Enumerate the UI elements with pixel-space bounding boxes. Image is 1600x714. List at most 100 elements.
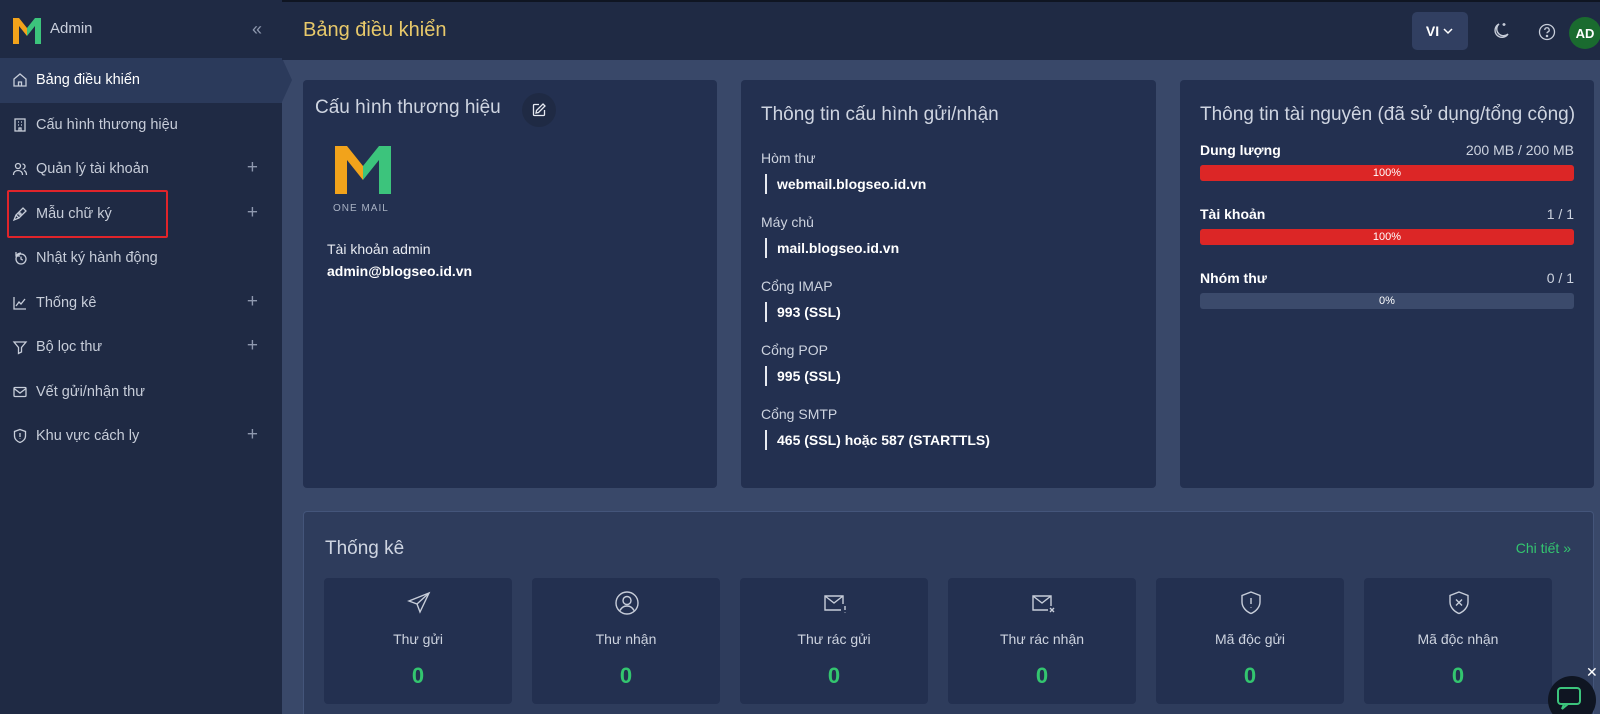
brand-config-card: Cấu hình thương hiệu ONE MAIL Tài khoản … [303, 80, 717, 488]
logo-caption: ONE MAIL [333, 203, 389, 214]
statistics-card: Thống kê Chi tiết » Thư gửi 0 Thư nhận 0… [303, 511, 1594, 714]
pen-icon [12, 206, 27, 221]
stat-label: Thư gửi [393, 631, 443, 647]
help-icon[interactable] [1538, 23, 1556, 41]
stat-value: 0 [619, 663, 633, 688]
resource-name: Tài khoản [1200, 206, 1266, 222]
stat-tile-malware-received[interactable]: Mã độc nhận 0 [1364, 578, 1552, 704]
progress-bar: 100% [1200, 229, 1574, 245]
config-label: Máy chủ [761, 214, 814, 230]
config-card-title: Thông tin cấu hình gửi/nhận [761, 104, 999, 125]
sidebar-item-activity-log[interactable]: Nhật ký hành động [0, 236, 282, 281]
shield-alert-icon [1241, 591, 1261, 615]
sidebar-item-mail-trace[interactable]: Vết gửi/nhận thư [0, 370, 282, 415]
stat-tile-sent[interactable]: Thư gửi 0 [324, 578, 512, 704]
stat-label: Mã độc gửi [1214, 631, 1286, 647]
stat-tile-spam-received[interactable]: Thư rác nhận 0 [948, 578, 1136, 704]
page-title: Bảng điều khiển [303, 19, 447, 41]
config-label: Hòm thư [761, 150, 816, 166]
resource-name: Dung lượng [1200, 142, 1281, 158]
stat-tile-received[interactable]: Thư nhận 0 [532, 578, 720, 704]
stat-label: Thư nhận [595, 631, 657, 647]
config-item: Hòm thư webmail.blogseo.id.vn [761, 150, 926, 194]
sidebar-item-label: Khu vực cách ly [36, 428, 140, 445]
history-icon [15, 252, 27, 265]
send-icon [407, 591, 431, 614]
mail-config-card: Thông tin cấu hình gửi/nhận Hòm thư webm… [741, 80, 1156, 488]
brand-logo-icon[interactable] [12, 14, 42, 48]
resource-row: Dung lượng 200 MB / 200 MB 100% [1200, 142, 1574, 181]
mail-x-icon [1032, 595, 1055, 613]
stat-tile-spam-sent[interactable]: Thư rác gửi 0 [740, 578, 928, 704]
sidebar-item-dashboard[interactable]: Bảng điều khiển [0, 58, 292, 103]
stat-value: 0 [411, 663, 425, 688]
mail-icon [13, 386, 27, 397]
expand-icon[interactable]: + [247, 202, 258, 224]
config-item: Cổng POP 995 (SSL) [761, 342, 841, 386]
admin-account-label: Tài khoản admin [327, 241, 431, 257]
chat-close-icon[interactable]: ✕ [1586, 664, 1598, 681]
collapse-sidebar-icon[interactable]: « [252, 19, 262, 40]
sidebar-item-label: Mẫu chữ ký [36, 205, 112, 222]
sidebar-item-signature-templates[interactable]: Mẫu chữ ký + [0, 192, 282, 237]
sidebar-item-statistics[interactable]: Thống kê + [0, 281, 282, 326]
config-item: Cổng SMTP 465 (SSL) hoặc 587 (STARTTLS) [761, 406, 990, 450]
config-label: Cổng SMTP [761, 406, 838, 422]
avatar[interactable]: AD [1569, 17, 1600, 49]
config-item: Máy chủ mail.blogseo.id.vn [761, 214, 899, 258]
edit-brand-button[interactable] [522, 93, 556, 127]
resource-card: Thông tin tài nguyên (đã sử dụng/tổng cộ… [1180, 80, 1594, 488]
sidebar-item-label: Quản lý tài khoản [36, 161, 149, 178]
sidebar-item-label: Thống kê [36, 294, 97, 311]
stats-detail-link[interactable]: Chi tiết » [1516, 540, 1571, 556]
brand-name: Admin [50, 20, 93, 37]
mail-alert-icon [824, 595, 846, 613]
language-select[interactable]: VI [1412, 12, 1468, 50]
config-value: 465 (SSL) hoặc 587 (STARTTLS) [765, 430, 990, 450]
config-label: Cổng POP [761, 342, 828, 358]
stat-tile-malware-sent[interactable]: Mã độc gửi 0 [1156, 578, 1344, 704]
sidebar-item-brand-config[interactable]: Cấu hình thương hiệu [0, 103, 282, 148]
resource-row: Tài khoản 1 / 1 100% [1200, 206, 1574, 245]
sidebar-item-label: Bộ lọc thư [36, 339, 103, 356]
sidebar-item-accounts[interactable]: Quản lý tài khoản + [0, 147, 282, 192]
home-icon [13, 73, 27, 87]
top-header: Bảng điều khiển VI AD [282, 0, 1600, 60]
sidebar-item-label: Vết gửi/nhận thư [36, 383, 145, 400]
edit-icon [532, 103, 546, 117]
filter-icon [12, 341, 28, 355]
expand-icon[interactable]: + [247, 335, 258, 357]
sidebar-nav: Bảng điều khiển Cấu hình thương hiệu Quả… [0, 58, 292, 459]
resource-row: Nhóm thư 0 / 1 0% [1200, 270, 1574, 309]
brand-card-title: Cấu hình thương hiệu [315, 97, 501, 118]
config-value: webmail.blogseo.id.vn [765, 174, 926, 194]
chevron-down-icon [1443, 28, 1453, 35]
language-value: VI [1425, 23, 1440, 39]
expand-icon[interactable]: + [247, 424, 258, 446]
theme-toggle-icon[interactable] [1489, 21, 1511, 43]
stat-label: Thư rác gửi [797, 631, 871, 647]
shield-x-icon [1449, 591, 1469, 615]
sidebar-item-label: Bảng điều khiển [36, 72, 140, 89]
building-icon [14, 118, 26, 132]
stat-value: 0 [1243, 663, 1257, 688]
admin-account-value: admin@blogseo.id.vn [327, 263, 473, 279]
sidebar-item-quarantine[interactable]: Khu vực cách ly + [0, 414, 282, 459]
stat-label: Mã độc nhận [1417, 631, 1499, 647]
sidebar-item-mail-filter[interactable]: Bộ lọc thư + [0, 325, 282, 370]
expand-icon[interactable]: + [247, 291, 258, 313]
chat-widget-button[interactable] [1548, 676, 1596, 714]
resource-card-title: Thông tin tài nguyên (đã sử dụng/tổng cộ… [1200, 104, 1576, 125]
config-item: Cổng IMAP 993 (SSL) [761, 278, 841, 322]
sidebar-item-label: Nhật ký hành động [36, 250, 158, 267]
chat-icon [1557, 687, 1581, 710]
stat-label: Thư rác nhận [999, 631, 1085, 647]
expand-icon[interactable]: + [247, 157, 258, 179]
config-label: Cổng IMAP [761, 278, 833, 294]
progress-bar: 0% [1200, 293, 1574, 309]
progress-label: 100% [1372, 231, 1402, 243]
resource-value: 0 / 1 [1546, 270, 1574, 286]
stats-title: Thống kê [325, 538, 405, 559]
config-value: 995 (SSL) [765, 366, 841, 386]
progress-label: 100% [1372, 167, 1402, 179]
